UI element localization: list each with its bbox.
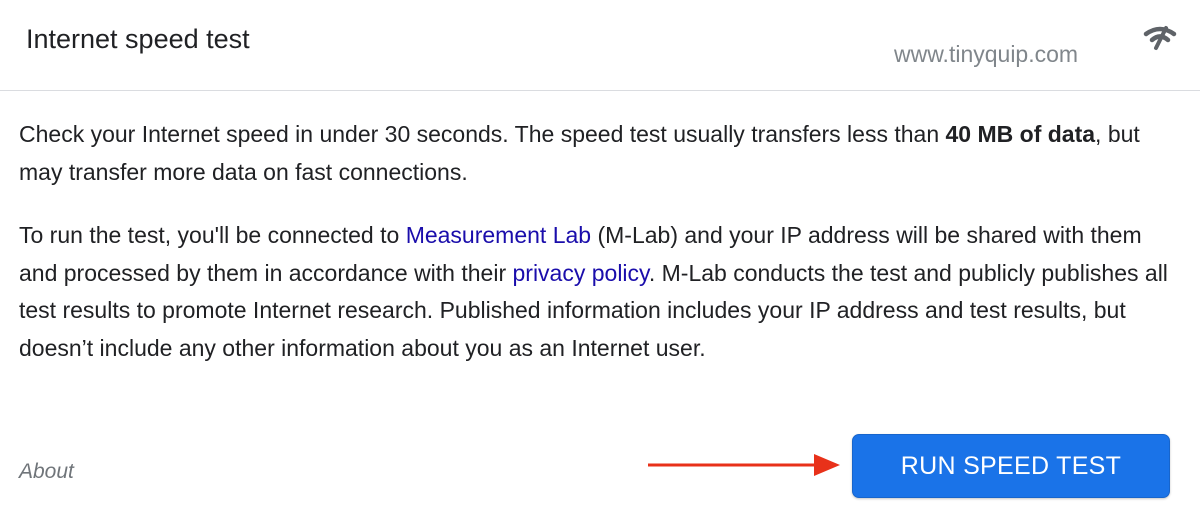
card-header: Internet speed test www.tinyquip.com [0,0,1200,91]
data-amount-bold: 40 MB of data [945,121,1096,147]
privacy-policy-link[interactable]: privacy policy [513,260,649,286]
description: Check your Internet speed in under 30 se… [19,116,1169,367]
mlab-text-1: To run the test, you'll be connected to [19,222,406,248]
wifi-signal-icon [1143,26,1177,50]
run-speed-test-button[interactable]: RUN SPEED TEST [852,434,1170,498]
page-title: Internet speed test [26,24,250,54]
intro-paragraph: Check your Internet speed in under 30 se… [19,116,1169,191]
mlab-paragraph: To run the test, you'll be connected to … [19,217,1169,367]
measurement-lab-link[interactable]: Measurement Lab [406,222,591,248]
red-arrow-right-icon [648,454,840,476]
site-watermark: www.tinyquip.com [894,41,1079,67]
intro-text: Check your Internet speed in under 30 se… [19,121,946,147]
about-link[interactable]: About [19,460,74,484]
